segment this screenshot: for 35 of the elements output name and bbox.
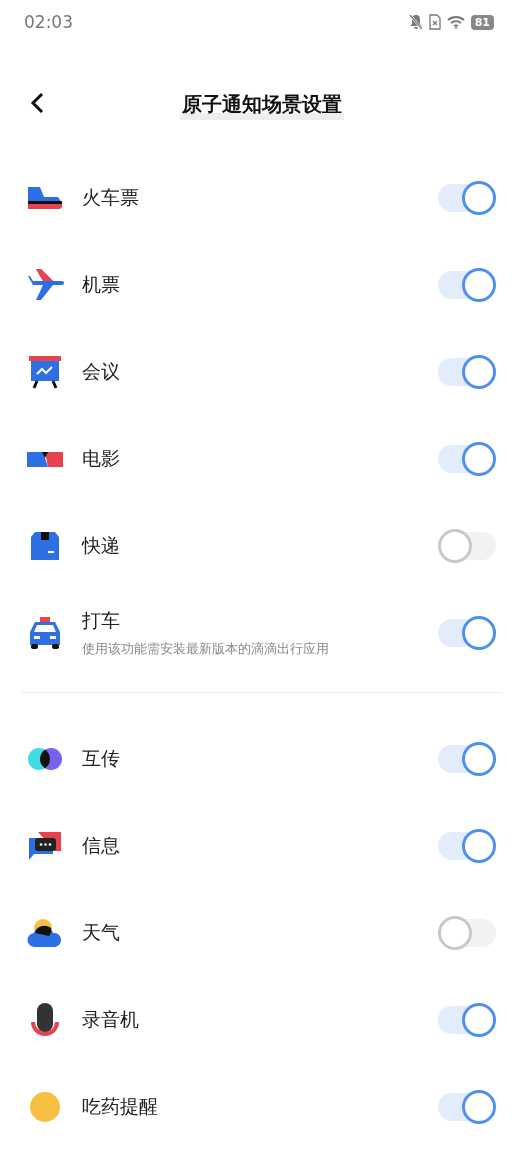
toggle-switch[interactable]: [438, 444, 496, 473]
toggle-switch[interactable]: [438, 357, 496, 386]
setting-label: 天气: [82, 919, 121, 945]
toggle-switch[interactable]: [438, 618, 496, 647]
back-button[interactable]: [28, 90, 46, 116]
app-icon: [26, 830, 64, 861]
setting-label: 信息: [82, 832, 121, 858]
setting-label: 打车: [82, 607, 121, 633]
setting-label: 电影: [82, 445, 121, 471]
status-time: 02:03: [24, 12, 73, 32]
setting-label: 会议: [82, 358, 121, 384]
wifi-icon: [446, 15, 465, 29]
toggle-switch[interactable]: [438, 918, 496, 947]
setting-label: 快递: [82, 532, 121, 558]
battery-level: 81: [470, 14, 494, 30]
bell-off-icon: [408, 14, 423, 30]
setting-label: 互传: [82, 745, 121, 771]
app-icon: [26, 917, 64, 948]
setting-label: 火车票: [82, 184, 140, 210]
setting-label: 吃药提醒: [82, 1093, 159, 1119]
app-icon: [26, 354, 64, 389]
app-icon: [26, 267, 64, 302]
toggle-switch[interactable]: [438, 831, 496, 860]
toggle-switch[interactable]: [438, 744, 496, 773]
sim-card-icon: [428, 14, 441, 30]
setting-label: 录音机: [82, 1006, 140, 1032]
toggle-switch[interactable]: [438, 1092, 496, 1121]
toggle-switch[interactable]: [438, 1005, 496, 1034]
app-icon: [26, 746, 64, 771]
app-icon: [26, 184, 64, 211]
toggle-switch[interactable]: [438, 270, 496, 299]
setting-label: 机票: [82, 271, 121, 297]
toggle-switch[interactable]: [438, 531, 496, 560]
setting-description: 使用该功能需安装最新版本的滴滴出行应用: [82, 639, 330, 658]
toggle-switch[interactable]: [438, 183, 496, 212]
